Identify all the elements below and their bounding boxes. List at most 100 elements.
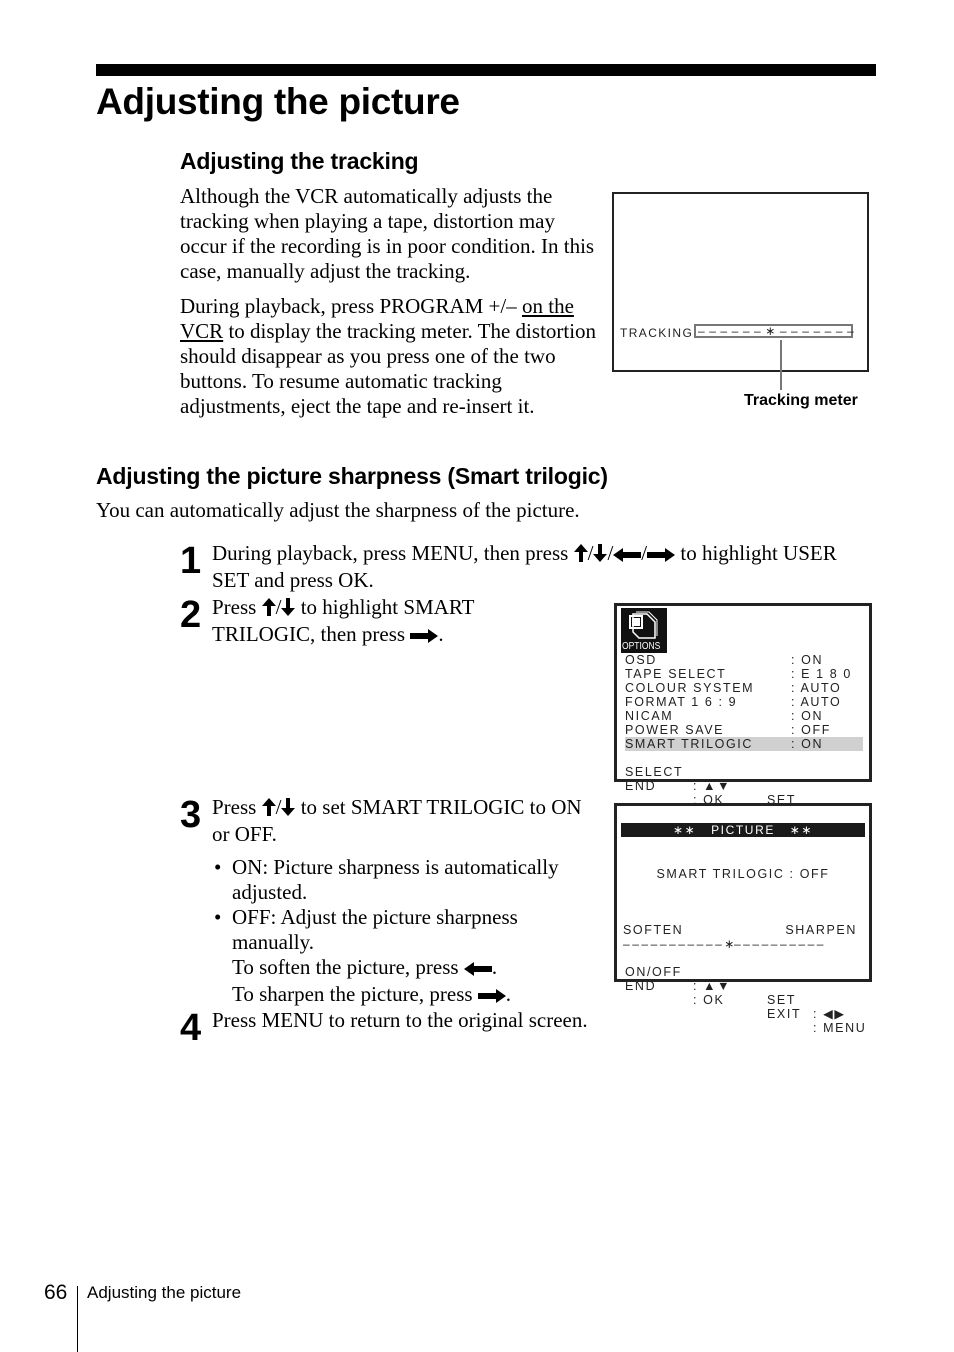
bullet-item: • OFF: Adjust the picture sharpness manua… — [212, 905, 592, 1009]
triangle-left-icon: ◀ — [823, 1007, 835, 1021]
options-menu-item[interactable]: TAPE SELECT : E 1 8 0 — [625, 667, 863, 681]
menu-item-value: : OFF — [791, 723, 831, 737]
options-menu-screen: OPTIONS OSD: ON TAPE SELECT: E 1 8 0 COLOU… — [614, 603, 872, 835]
tracking-label: TRACKING — [620, 326, 694, 340]
step-number-1: 1 — [180, 540, 202, 582]
menu-item-value: : AUTO — [791, 681, 842, 695]
exit-value: : MENU — [813, 1021, 867, 1035]
tracking-screen-illustration: TRACKING – – – – – – ∗ – – – – – – – — [612, 192, 869, 372]
set-keys: : ◀▶ — [813, 1007, 846, 1021]
text: During playback, press PROGRAM +/– — [180, 294, 522, 318]
sharpness-intro: You can automatically adjust the sharpne… — [96, 498, 580, 522]
text: . — [438, 622, 444, 646]
end-label: END — [625, 779, 657, 793]
options-footer-end: END : OK EXIT : MENU — [625, 765, 865, 835]
tracking-body: Although the VCR automatically adjusts t… — [180, 184, 598, 429]
footer-section-title: Adjusting the picture — [87, 1283, 242, 1302]
options-menu-item[interactable]: COLOUR SYSTEM : AUTO — [625, 681, 863, 695]
header-rule — [96, 64, 876, 76]
menu-item-label: OSD — [625, 653, 657, 667]
text: Press — [212, 795, 262, 819]
triangle-right-icon: ▶ — [834, 1007, 846, 1021]
arrow-up-icon — [261, 797, 276, 822]
text: During playback, press MENU, then press — [212, 541, 574, 565]
arrow-right-icon — [477, 984, 506, 1009]
arrow-down-icon — [281, 597, 296, 622]
menu-item-label: POWER SAVE — [625, 723, 725, 737]
arrow-right-icon — [647, 543, 676, 568]
menu-item-value: : E 1 8 0 — [791, 667, 852, 681]
triangle-down-icon: ▼ — [717, 979, 732, 993]
sharpen-instruction: To sharpen the picture, press — [232, 982, 478, 1006]
picture-menu-title: ∗∗ PICTURE ∗∗ — [621, 823, 865, 837]
menu-item-label: COLOUR SYSTEM — [625, 681, 755, 695]
tracking-meter-callout: Tracking meter — [744, 392, 858, 409]
menu-item-label: NICAM — [625, 709, 674, 723]
soften-instruction: To soften the picture, press — [232, 955, 464, 979]
callout-line — [780, 340, 782, 390]
tracking-meter-scale: – – – – – – ∗ – – – – – – – — [698, 324, 855, 338]
options-menu-item[interactable]: OSD : ON — [625, 653, 863, 667]
bullet-dot: • — [214, 855, 222, 879]
onoff-keys: : ▲▼ — [693, 979, 732, 993]
end-label: END — [625, 979, 657, 993]
picture-footer-onoff: ON/OFF : ▲▼ SET : ◀▶ — [625, 951, 863, 1021]
section-heading-tracking: Adjusting the tracking — [180, 148, 419, 174]
sharpness-meter: – – – – – – – – – – – ∗– – – – – – – – –… — [623, 937, 824, 951]
tracking-paragraph-1: Although the VCR automatically adjusts t… — [180, 184, 595, 283]
arrow-up-icon — [573, 543, 588, 568]
options-menu-item[interactable]: POWER SAVE : OFF — [625, 723, 863, 737]
step-3-bullets: • ON: Picture sharpness is automatically … — [212, 855, 592, 1009]
text: to display the tracking meter. The disto… — [180, 319, 597, 418]
step-number-2: 2 — [180, 594, 202, 636]
triangle-down-icon: ▼ — [717, 779, 732, 793]
bullet-item: • ON: Picture sharpness is automatically … — [212, 855, 592, 905]
arrow-down-icon — [593, 543, 608, 568]
step-1-text: During playback, press MENU, then press … — [212, 541, 852, 593]
picture-menu-screen: ∗∗ PICTURE ∗∗ SMART TRILOGIC : OFF SOFTE… — [614, 803, 872, 1035]
options-icon: OPTIONS — [621, 608, 667, 653]
step-4-text: Press MENU to return to the original scr… — [212, 1008, 588, 1032]
options-menu-item[interactable]: SMART TRILOGIC : ON — [625, 737, 863, 751]
options-menu-item[interactable]: NICAM : ON — [625, 709, 863, 723]
page-title: Adjusting the picture — [96, 81, 460, 122]
text: Press — [212, 595, 262, 619]
section-heading-sharpness: Adjusting the picture sharpness (Smart t… — [96, 463, 608, 489]
sharpen-label: SHARPEN — [785, 923, 857, 937]
triangle-up-icon: ▲ — [703, 979, 718, 993]
page-number: 66 — [44, 1281, 68, 1304]
smart-trilogic-status: SMART TRILOGIC : OFF — [656, 867, 830, 881]
bullet-text: ON: Picture sharpness is automatically a… — [232, 855, 559, 904]
tracking-meter: – – – – – – ∗ – – – – – – – — [694, 324, 855, 338]
step-number-4: 4 — [180, 1007, 202, 1049]
menu-item-label: FORMAT 1 6 : 9 — [625, 695, 738, 709]
menu-item-value: : ON — [791, 737, 824, 751]
set-label: SET — [767, 993, 797, 1007]
menu-item-value: : ON — [791, 709, 824, 723]
options-icon-label: OPTIONS — [622, 641, 661, 652]
end-value: : OK — [693, 993, 725, 1007]
options-menu-item[interactable]: FORMAT 1 6 : 9 : AUTO — [625, 695, 863, 709]
bullet-text: OFF: Adjust the picture sharpness manual… — [232, 905, 518, 954]
triangle-up-icon: ▲ — [703, 779, 718, 793]
menu-item-label: SMART TRILOGIC — [625, 737, 753, 751]
arrow-right-icon — [410, 624, 439, 649]
arrow-down-icon — [281, 797, 296, 822]
arrow-up-icon — [261, 597, 276, 622]
exit-label: EXIT — [767, 1007, 802, 1021]
arrow-left-icon — [463, 957, 492, 982]
footer-divider — [77, 1286, 78, 1352]
step-3-text: Press / to set SMART TRILOGIC to ON or O… — [212, 795, 582, 846]
picture-footer-end: END : OK EXIT : MENU — [625, 965, 865, 1035]
tracking-paragraph-2: During playback, press PROGRAM +/– on th… — [180, 294, 598, 419]
menu-item-label: TAPE SELECT — [625, 667, 727, 681]
menu-item-value: : AUTO — [791, 695, 842, 709]
arrow-left-icon — [613, 543, 642, 568]
menu-item-value: : ON — [791, 653, 824, 667]
soften-label: SOFTEN — [623, 923, 684, 937]
step-number-3: 3 — [180, 794, 202, 836]
step-2-text: Press / to highlight SMART TRILOGIC, the… — [212, 595, 512, 649]
bullet-dot: • — [214, 905, 222, 929]
options-footer-select: SELECT : ▲▼ SET : ▶ — [625, 751, 863, 821]
select-keys: : ▲▼ — [693, 779, 732, 793]
